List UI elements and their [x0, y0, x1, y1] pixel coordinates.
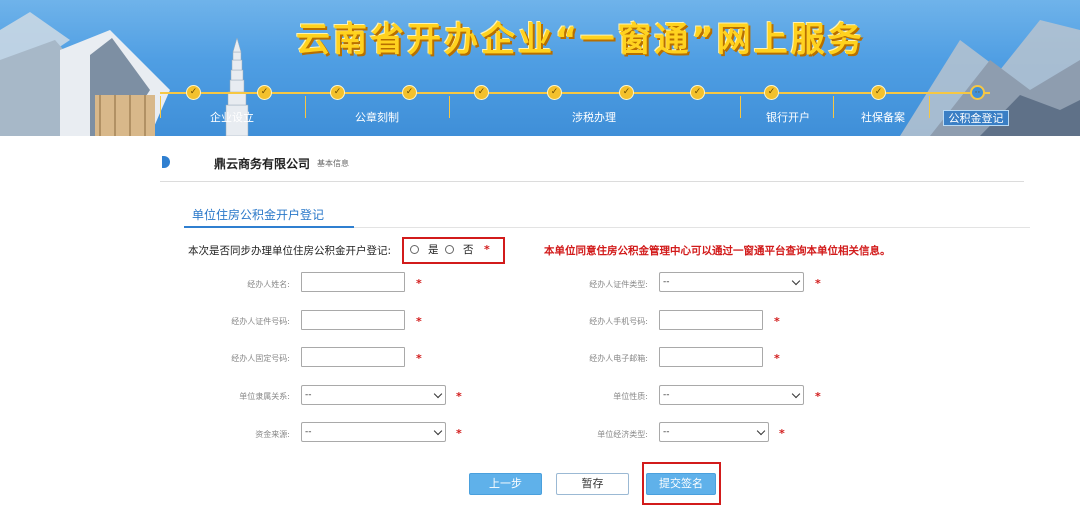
- step-check-icon: ✓: [871, 85, 886, 100]
- agent-id-number-label: 经办人证件号码:: [231, 317, 290, 326]
- agent-id-number-input[interactable]: [301, 310, 405, 330]
- step-check-icon: ✓: [690, 85, 705, 100]
- submit-sign-button[interactable]: 提交签名: [646, 473, 716, 495]
- step-check-icon: ✓: [186, 85, 201, 100]
- banner-title: 云南省开办企业“一窗通”网上服务: [296, 20, 865, 60]
- step-check-icon: ✓: [547, 85, 562, 100]
- required-mark: *: [416, 315, 422, 328]
- unit-nature-label: 单位性质:: [613, 392, 648, 401]
- step-check-icon: ✓: [474, 85, 489, 100]
- agent-id-type-select[interactable]: --: [659, 272, 804, 292]
- affiliation-select-value: --: [305, 390, 312, 400]
- step-divider: [305, 96, 306, 118]
- agent-id-type-label: 经办人证件类型:: [589, 280, 648, 289]
- agent-landline-label: 经办人固定号码:: [231, 354, 290, 363]
- sync-question-label: 本次是否同步办理单位住房公积金开户登记:: [188, 245, 392, 257]
- step-current-icon: ··: [970, 85, 985, 100]
- required-mark: *: [484, 243, 490, 256]
- step-label-tax[interactable]: 涉税办理: [562, 110, 626, 126]
- chevron-down-icon: [756, 426, 766, 436]
- agent-landline-input[interactable]: [301, 347, 405, 367]
- required-mark: *: [456, 427, 462, 440]
- chevron-down-icon: [791, 276, 801, 286]
- step-label-company-setup[interactable]: 企业设立: [200, 110, 264, 126]
- chevron-down-icon: [791, 389, 801, 399]
- tab-active-indicator: [184, 226, 354, 228]
- prev-step-button[interactable]: 上一步: [469, 473, 542, 495]
- step-divider: [160, 96, 161, 118]
- chevron-down-icon: [433, 389, 443, 399]
- step-divider: [449, 96, 450, 118]
- step-check-icon: ✓: [402, 85, 417, 100]
- fund-source-select-value: --: [305, 427, 312, 437]
- required-mark: *: [416, 277, 422, 290]
- tab-housing-fund-registration[interactable]: 单位住房公积金开户登记: [184, 205, 354, 227]
- affiliation-label: 单位隶属关系:: [239, 392, 290, 401]
- company-subtitle: 基本信息: [317, 159, 349, 168]
- required-mark: *: [815, 277, 821, 290]
- economic-type-select-value: --: [663, 427, 670, 437]
- required-mark: *: [779, 427, 785, 440]
- section-marker-icon: [162, 156, 170, 168]
- fund-source-select[interactable]: --: [301, 422, 446, 442]
- required-mark: *: [774, 352, 780, 365]
- progress-track: [160, 92, 990, 94]
- consent-notice: 本单位同意住房公积金管理中心可以通过一窗通平台查询本单位相关信息。: [544, 245, 891, 257]
- header-banner: 云南省开办企业“一窗通”网上服务 ✓ ✓ ✓ ✓ ✓ ✓ ✓ ✓ ✓ ✓ ·· …: [0, 0, 1080, 136]
- step-label-seal[interactable]: 公章刻制: [345, 110, 409, 126]
- agent-email-input[interactable]: [659, 347, 763, 367]
- step-check-icon: ✓: [257, 85, 272, 100]
- divider: [160, 181, 1024, 182]
- required-mark: *: [456, 390, 462, 403]
- chevron-down-icon: [433, 426, 443, 436]
- company-name: 鼎云商务有限公司: [214, 157, 311, 171]
- affiliation-select[interactable]: --: [301, 385, 446, 405]
- radio-yes-label[interactable]: 是: [428, 242, 439, 257]
- step-check-icon: ✓: [330, 85, 345, 100]
- step-divider: [833, 96, 834, 118]
- required-mark: *: [416, 352, 422, 365]
- radio-no-label[interactable]: 否: [463, 242, 474, 257]
- radio-no[interactable]: [445, 245, 454, 254]
- agent-name-input[interactable]: [301, 272, 405, 292]
- step-divider: [740, 96, 741, 118]
- economic-type-label: 单位经济类型:: [597, 430, 648, 439]
- radio-yes[interactable]: [410, 245, 419, 254]
- economic-type-select[interactable]: --: [659, 422, 769, 442]
- agent-name-label: 经办人姓名:: [247, 280, 290, 289]
- step-label-bank[interactable]: 银行开户: [756, 110, 820, 126]
- required-mark: *: [774, 315, 780, 328]
- agent-id-type-select-value: --: [663, 277, 670, 287]
- unit-nature-select[interactable]: --: [659, 385, 804, 405]
- step-check-icon: ✓: [619, 85, 634, 100]
- step-label-social-security[interactable]: 社保备案: [851, 110, 915, 126]
- step-label-housing-fund[interactable]: 公积金登记: [943, 110, 1009, 126]
- required-mark: *: [815, 390, 821, 403]
- agent-mobile-input[interactable]: [659, 310, 763, 330]
- step-check-icon: ✓: [764, 85, 779, 100]
- step-divider: [929, 96, 930, 118]
- save-draft-button[interactable]: 暂存: [556, 473, 629, 495]
- fund-source-label: 资金来源:: [255, 430, 290, 439]
- agent-email-label: 经办人电子邮箱:: [589, 354, 648, 363]
- agent-mobile-label: 经办人手机号码:: [589, 317, 648, 326]
- unit-nature-select-value: --: [663, 390, 670, 400]
